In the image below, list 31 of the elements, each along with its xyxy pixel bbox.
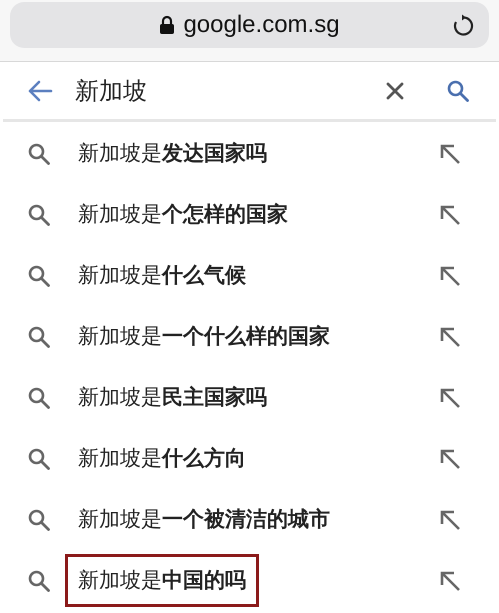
address-bar[interactable]: google.com.sg bbox=[10, 2, 489, 48]
search-icon bbox=[27, 386, 51, 410]
search-icon bbox=[27, 324, 51, 348]
search-icon bbox=[27, 264, 51, 288]
search-icon bbox=[27, 202, 51, 226]
url-text: google.com.sg bbox=[183, 10, 340, 40]
fill-in-arrow-icon[interactable] bbox=[439, 204, 461, 226]
suggestion-text[interactable]: 新加坡是个怎样的国家 bbox=[65, 188, 301, 242]
suggestion-text[interactable]: 新加坡是发达国家吗 bbox=[65, 126, 280, 180]
back-arrow-icon[interactable] bbox=[27, 80, 53, 102]
fill-in-arrow-icon[interactable] bbox=[439, 508, 461, 530]
fill-in-arrow-icon[interactable] bbox=[439, 570, 461, 592]
search-icon bbox=[27, 508, 51, 532]
suggestion-text[interactable]: 新加坡是中国的吗 bbox=[65, 554, 259, 608]
fill-in-arrow-icon[interactable] bbox=[439, 386, 461, 408]
close-icon[interactable] bbox=[386, 82, 404, 100]
reload-icon[interactable] bbox=[451, 14, 475, 38]
fill-in-arrow-icon[interactable] bbox=[439, 264, 461, 286]
suggestion-text[interactable]: 新加坡是一个什么样的国家 bbox=[65, 310, 343, 364]
suggestion-text[interactable]: 新加坡是什么气候 bbox=[65, 248, 259, 302]
search-icon bbox=[27, 142, 51, 166]
search-icon bbox=[27, 446, 51, 470]
fill-in-arrow-icon[interactable] bbox=[439, 326, 461, 348]
fill-in-arrow-icon[interactable] bbox=[439, 448, 461, 470]
suggestion-text[interactable]: 新加坡是民主国家吗 bbox=[65, 370, 280, 424]
fill-in-arrow-icon[interactable] bbox=[439, 142, 461, 164]
suggestion-text[interactable]: 新加坡是什么方向 bbox=[65, 432, 259, 486]
suggestion-text[interactable]: 新加坡是一个被清洁的城市 bbox=[65, 492, 343, 546]
search-button[interactable] bbox=[446, 78, 470, 102]
search-icon bbox=[27, 568, 51, 592]
search-field[interactable]: 新加坡 bbox=[75, 72, 386, 108]
